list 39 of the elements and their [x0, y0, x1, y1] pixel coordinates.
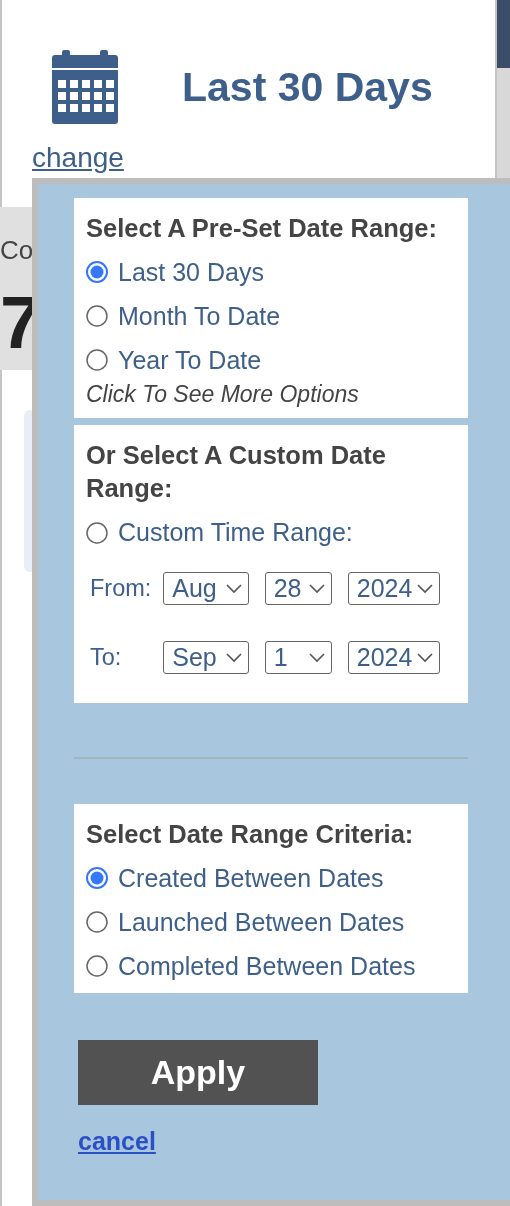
radio-button[interactable]: [86, 349, 108, 371]
dropdown[interactable]: 2024: [347, 572, 440, 606]
dropdown[interactable]: 28: [264, 572, 332, 606]
radio-button[interactable]: [86, 521, 108, 544]
option-label[interactable]: Completed Between Dates: [118, 951, 416, 981]
radio-button[interactable]: [86, 867, 108, 890]
cancel-link[interactable]: cancel: [78, 1127, 156, 1156]
radio-button[interactable]: [86, 305, 108, 328]
section-heading: Select Date Range Criteria:: [86, 819, 415, 850]
range-title: Last 30 Days: [182, 63, 433, 111]
chevron-icon: [417, 583, 433, 594]
radio-button[interactable]: [86, 261, 108, 284]
date-label: To:: [89, 644, 123, 672]
chevron-icon: [308, 652, 325, 663]
section-heading: Or Select A Custom Date Range:: [86, 440, 387, 505]
dropdown[interactable]: Sep: [163, 641, 249, 675]
option-label[interactable]: Year To Date: [118, 345, 262, 375]
chevron-icon: [225, 583, 242, 594]
apply-button[interactable]: Apply: [78, 1040, 318, 1105]
dropdown[interactable]: Aug: [163, 572, 249, 606]
more-options-link[interactable]: Click To See More Options: [86, 381, 456, 408]
option-label[interactable]: Last 30 Days: [118, 257, 264, 287]
dropdown[interactable]: 1: [264, 641, 332, 675]
calendar-icon: [52, 50, 118, 124]
change-link[interactable]: change: [32, 142, 124, 174]
option-label[interactable]: Custom Time Range:: [118, 518, 353, 548]
dropdown[interactable]: 2024: [347, 641, 440, 675]
scrollbar-thumb[interactable]: [497, 0, 510, 68]
radio-button[interactable]: [86, 911, 108, 934]
date-label: From:: [89, 575, 153, 603]
option-label[interactable]: Month To Date: [118, 301, 281, 331]
radio-button[interactable]: [86, 955, 108, 977]
section-heading: Select A Pre-Set Date Range:: [86, 213, 438, 244]
chevron-icon: [308, 583, 325, 594]
stat-label: Co: [0, 235, 34, 266]
option-label[interactable]: Created Between Dates: [118, 863, 384, 893]
chevron-icon: [225, 652, 242, 663]
option-label[interactable]: Launched Between Dates: [118, 907, 405, 937]
chevron-icon: [417, 652, 433, 663]
